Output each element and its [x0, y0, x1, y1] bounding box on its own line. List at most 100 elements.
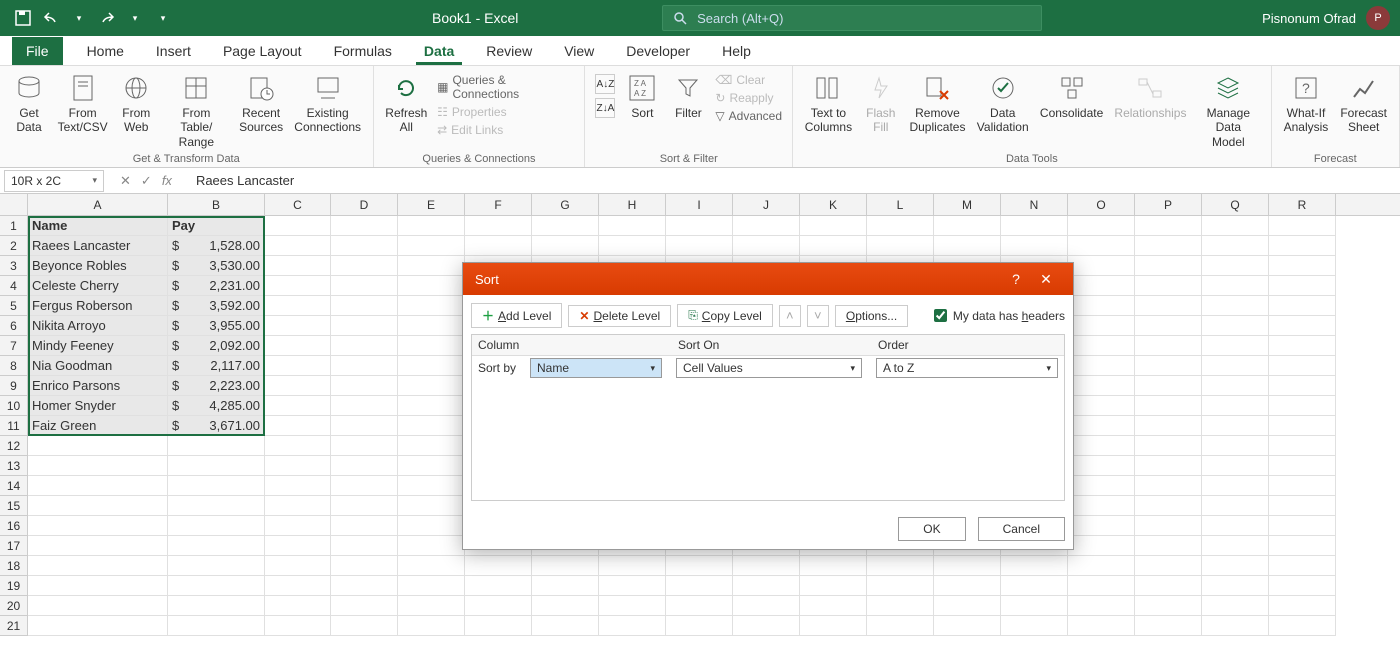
cell[interactable] — [1202, 476, 1269, 496]
cell[interactable] — [1202, 596, 1269, 616]
row-header[interactable]: 21 — [0, 616, 28, 636]
cell[interactable] — [1001, 216, 1068, 236]
col-header-C[interactable]: C — [265, 194, 331, 215]
cell[interactable] — [28, 496, 168, 516]
cell[interactable] — [1202, 336, 1269, 356]
data-validation-button[interactable]: Data Validation — [973, 70, 1032, 137]
formula-input[interactable]: Raees Lancaster — [188, 173, 1400, 188]
sort-asc-button[interactable]: A↓Z — [595, 74, 615, 94]
cell[interactable] — [168, 596, 265, 616]
avatar[interactable]: P — [1366, 6, 1390, 30]
queries-connections-button[interactable]: ▦Queries & Connections — [435, 72, 576, 102]
cell[interactable] — [1135, 416, 1202, 436]
row-header[interactable]: 2 — [0, 236, 28, 256]
tab-review[interactable]: Review — [478, 39, 540, 65]
cell[interactable] — [1135, 376, 1202, 396]
cell[interactable] — [800, 236, 867, 256]
cell[interactable] — [1202, 356, 1269, 376]
cell[interactable] — [1269, 596, 1336, 616]
cell[interactable] — [331, 296, 398, 316]
cell[interactable] — [398, 556, 465, 576]
cell[interactable] — [265, 496, 331, 516]
cell[interactable] — [331, 536, 398, 556]
cell[interactable] — [1068, 376, 1135, 396]
sort-on-select[interactable]: Cell Values▾ — [676, 358, 862, 378]
cell[interactable] — [1068, 496, 1135, 516]
cell[interactable]: Raees Lancaster — [28, 236, 168, 256]
cell[interactable] — [331, 336, 398, 356]
cell[interactable] — [1068, 576, 1135, 596]
cell[interactable] — [1269, 616, 1336, 636]
cell[interactable] — [1202, 296, 1269, 316]
cell[interactable] — [331, 496, 398, 516]
cell[interactable]: $4,285.00 — [168, 396, 265, 416]
cell[interactable] — [1135, 236, 1202, 256]
cell[interactable] — [532, 576, 599, 596]
cell[interactable] — [398, 216, 465, 236]
cell[interactable] — [265, 616, 331, 636]
cell[interactable]: $3,592.00 — [168, 296, 265, 316]
advanced-filter-button[interactable]: ▽Advanced — [713, 108, 784, 124]
row-header[interactable]: 19 — [0, 576, 28, 596]
cell[interactable] — [265, 516, 331, 536]
name-box[interactable]: 10R x 2C▾ — [4, 170, 104, 192]
cell[interactable] — [1269, 576, 1336, 596]
cell[interactable] — [1202, 316, 1269, 336]
row-header[interactable]: 6 — [0, 316, 28, 336]
cell[interactable] — [28, 556, 168, 576]
cell[interactable] — [1202, 616, 1269, 636]
cell[interactable] — [1068, 476, 1135, 496]
cell[interactable] — [265, 456, 331, 476]
col-header-P[interactable]: P — [1135, 194, 1202, 215]
move-up-button[interactable]: ˄ — [779, 305, 801, 327]
tab-file[interactable]: File — [12, 37, 63, 65]
col-header-I[interactable]: I — [666, 194, 733, 215]
cell[interactable] — [1135, 256, 1202, 276]
cell[interactable] — [867, 576, 934, 596]
tab-page-layout[interactable]: Page Layout — [215, 39, 310, 65]
cell[interactable] — [168, 436, 265, 456]
cell[interactable] — [733, 556, 800, 576]
cell[interactable] — [1202, 536, 1269, 556]
cell[interactable] — [398, 576, 465, 596]
cell[interactable] — [398, 336, 465, 356]
tab-view[interactable]: View — [556, 39, 602, 65]
cell[interactable]: Mindy Feeney — [28, 336, 168, 356]
cell[interactable] — [800, 596, 867, 616]
cell[interactable] — [1135, 436, 1202, 456]
cell[interactable] — [265, 396, 331, 416]
cell[interactable] — [331, 236, 398, 256]
cell[interactable] — [1068, 356, 1135, 376]
cell[interactable] — [1269, 276, 1336, 296]
cell[interactable]: $3,955.00 — [168, 316, 265, 336]
row-header[interactable]: 5 — [0, 296, 28, 316]
cell[interactable] — [168, 536, 265, 556]
cell[interactable] — [398, 376, 465, 396]
cell[interactable] — [1068, 316, 1135, 336]
cell[interactable] — [28, 616, 168, 636]
cell[interactable] — [1068, 296, 1135, 316]
cell[interactable] — [666, 576, 733, 596]
user-name[interactable]: Pisnonum Ofrad — [1262, 11, 1356, 26]
cell[interactable] — [867, 596, 934, 616]
cell[interactable] — [168, 576, 265, 596]
cell[interactable] — [331, 556, 398, 576]
col-header-H[interactable]: H — [599, 194, 666, 215]
undo-icon[interactable] — [42, 9, 60, 27]
row-header[interactable]: 9 — [0, 376, 28, 396]
cell[interactable]: Homer Snyder — [28, 396, 168, 416]
cell[interactable]: Pay — [168, 216, 265, 236]
cell[interactable] — [28, 516, 168, 536]
add-level-button[interactable]: ＋AAdd Leveldd Level — [471, 303, 562, 328]
cell[interactable] — [331, 436, 398, 456]
row-header[interactable]: 4 — [0, 276, 28, 296]
row-header[interactable]: 11 — [0, 416, 28, 436]
cell[interactable] — [168, 456, 265, 476]
cell[interactable] — [1068, 596, 1135, 616]
cell[interactable] — [331, 356, 398, 376]
consolidate-button[interactable]: Consolidate — [1036, 70, 1107, 122]
cell[interactable] — [265, 276, 331, 296]
cell[interactable] — [1068, 256, 1135, 276]
cell[interactable] — [1135, 516, 1202, 536]
enter-formula-icon[interactable]: ✓ — [141, 173, 152, 189]
